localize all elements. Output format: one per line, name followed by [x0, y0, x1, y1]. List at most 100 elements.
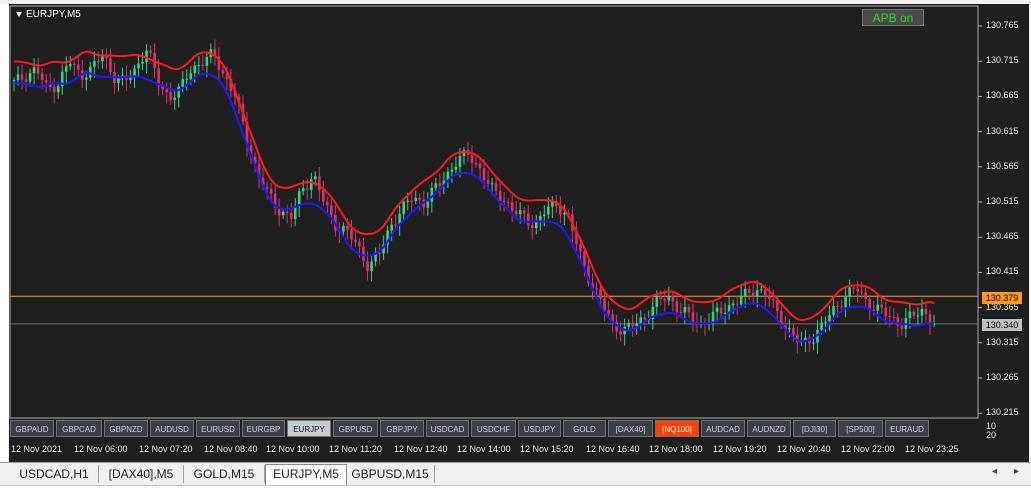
candle-body: [832, 306, 835, 316]
time-axis-label: 12 Nov 2021: [11, 444, 63, 454]
candle-body: [64, 66, 68, 72]
price-chart[interactable]: [0, 0, 1031, 462]
candle-body: [24, 79, 28, 82]
symbol-title: EURJPY,M5: [16, 9, 81, 20]
symbol-button-eurusd[interactable]: EURUSD: [196, 420, 240, 437]
symbol-button-usdcad[interactable]: USDCAD: [426, 420, 469, 437]
triangle-right-icon[interactable]: ▸: [1014, 466, 1019, 477]
symbol-button-gbpjpy[interactable]: GBPJPY: [380, 420, 424, 437]
symbol-button-audnzd[interactable]: AUDNZD: [747, 420, 791, 437]
candle-body: [763, 289, 767, 296]
candle-body: [193, 65, 197, 74]
time-axis-label: 12 Nov 10:00: [266, 444, 320, 454]
candle-body: [518, 210, 522, 215]
candle-body: [880, 304, 884, 308]
candle-body: [836, 306, 839, 308]
candle-body: [221, 69, 225, 74]
candle-body: [93, 61, 96, 67]
candle-body: [888, 315, 892, 317]
chart-tabs-bar: USDCAD,H1 [DAX40],M5 GOLD,M15 EURJPY,M5 GBPU…: [0, 462, 1031, 485]
price-axis-label: 130.315: [986, 336, 1019, 347]
candle-body: [771, 299, 775, 301]
time-axis-label: 12 Nov 22:00: [841, 444, 895, 454]
candle-body: [410, 200, 414, 202]
time-axis-label: 12 Nov 23:25: [905, 444, 959, 454]
price-tag-current: 130.340: [982, 319, 1022, 331]
candle-body: [390, 224, 393, 231]
candle-body: [812, 342, 815, 344]
candle-body: [691, 312, 695, 323]
triangle-left-icon[interactable]: ◂: [992, 466, 997, 477]
time-axis-label: 12 Nov 12:40: [394, 444, 448, 454]
price-axis-label: 130.465: [986, 231, 1019, 242]
candle-body: [490, 183, 494, 185]
chart-tab[interactable]: EURJPY,M5: [265, 464, 347, 485]
candle-body: [619, 331, 622, 335]
candle-body: [434, 183, 438, 189]
chart-tab[interactable]: GBPUSD,M15: [346, 465, 435, 483]
candle-body: [281, 211, 285, 216]
symbol-button-dji30[interactable]: [DJI30]: [793, 420, 836, 437]
apb-toggle-button[interactable]: APB on: [862, 9, 924, 26]
symbol-button-sp500[interactable]: [SP500]: [838, 420, 883, 437]
symbol-button-gbpcad[interactable]: GBPCAD: [56, 420, 102, 437]
candle-body: [502, 200, 506, 202]
symbol-button-dax40[interactable]: [DAX40]: [608, 420, 653, 437]
candle-body: [663, 299, 667, 301]
candle-body: [346, 225, 349, 230]
candle-body: [563, 212, 566, 215]
symbol-button-audusd[interactable]: AUDUSD: [150, 420, 194, 437]
symbol-button-gbpusd[interactable]: GBPUSD: [333, 420, 378, 437]
candle-body: [876, 304, 880, 311]
candle-body: [852, 287, 855, 289]
candle-body: [394, 224, 397, 226]
symbol-button-euraud[interactable]: EURAUD: [885, 420, 929, 437]
candle-body: [149, 50, 152, 53]
candle-body: [418, 197, 422, 200]
symbol-button-gbpaud[interactable]: GBPAUD: [10, 420, 54, 437]
candle-body: [510, 202, 514, 211]
time-axis-label: 12 Nov 18:00: [649, 444, 703, 454]
candle-body: [44, 79, 48, 83]
candle-body: [751, 292, 755, 297]
candle-body: [309, 179, 313, 190]
symbol-button-eurgbp[interactable]: EURGBP: [242, 420, 285, 437]
candle-body: [747, 288, 751, 293]
chart-tab[interactable]: USDCAD,H1: [10, 465, 99, 483]
chart-tab[interactable]: [DAX40],M5: [99, 465, 184, 483]
candle-body: [579, 244, 582, 252]
candle-body: [916, 315, 920, 317]
symbol-button-eurjpy[interactable]: EURJPY: [287, 420, 331, 437]
candle-body: [269, 188, 273, 194]
candle-body: [322, 189, 325, 202]
symbol-button-audcad[interactable]: AUDCAD: [701, 420, 745, 437]
candle-body: [864, 292, 867, 299]
chart-tab[interactable]: GOLD,M15: [184, 465, 265, 483]
candle-body: [494, 183, 498, 191]
candle-body: [285, 211, 289, 213]
candle-body: [639, 317, 643, 324]
candle-body: [643, 317, 647, 320]
candle-body: [350, 229, 353, 240]
candle-body: [330, 205, 333, 215]
symbol-button-nq100[interactable]: [NQ100]: [655, 420, 699, 437]
candle-body: [117, 78, 120, 83]
symbol-button-gold[interactable]: GOLD: [563, 420, 606, 437]
candle-body: [912, 311, 916, 316]
candle-body: [414, 197, 418, 201]
candle-body: [366, 261, 369, 272]
candle-body: [305, 188, 309, 190]
symbol-button-gbpnzd[interactable]: GBPNZD: [104, 420, 148, 437]
candle-body: [40, 73, 44, 80]
candle-body: [165, 89, 168, 93]
candle-body: [145, 50, 148, 62]
candle-body: [370, 261, 373, 272]
symbol-button-usdchf[interactable]: USDCHF: [471, 420, 516, 437]
symbol-button-usdjpy[interactable]: USDJPY: [518, 420, 561, 437]
candle-body: [506, 201, 510, 203]
candle-body: [755, 290, 759, 297]
candle-body: [631, 322, 634, 327]
candle-body: [76, 64, 80, 70]
dropdown-triangle-icon[interactable]: [16, 11, 22, 17]
price-axis-label: 130.215: [986, 407, 1019, 418]
